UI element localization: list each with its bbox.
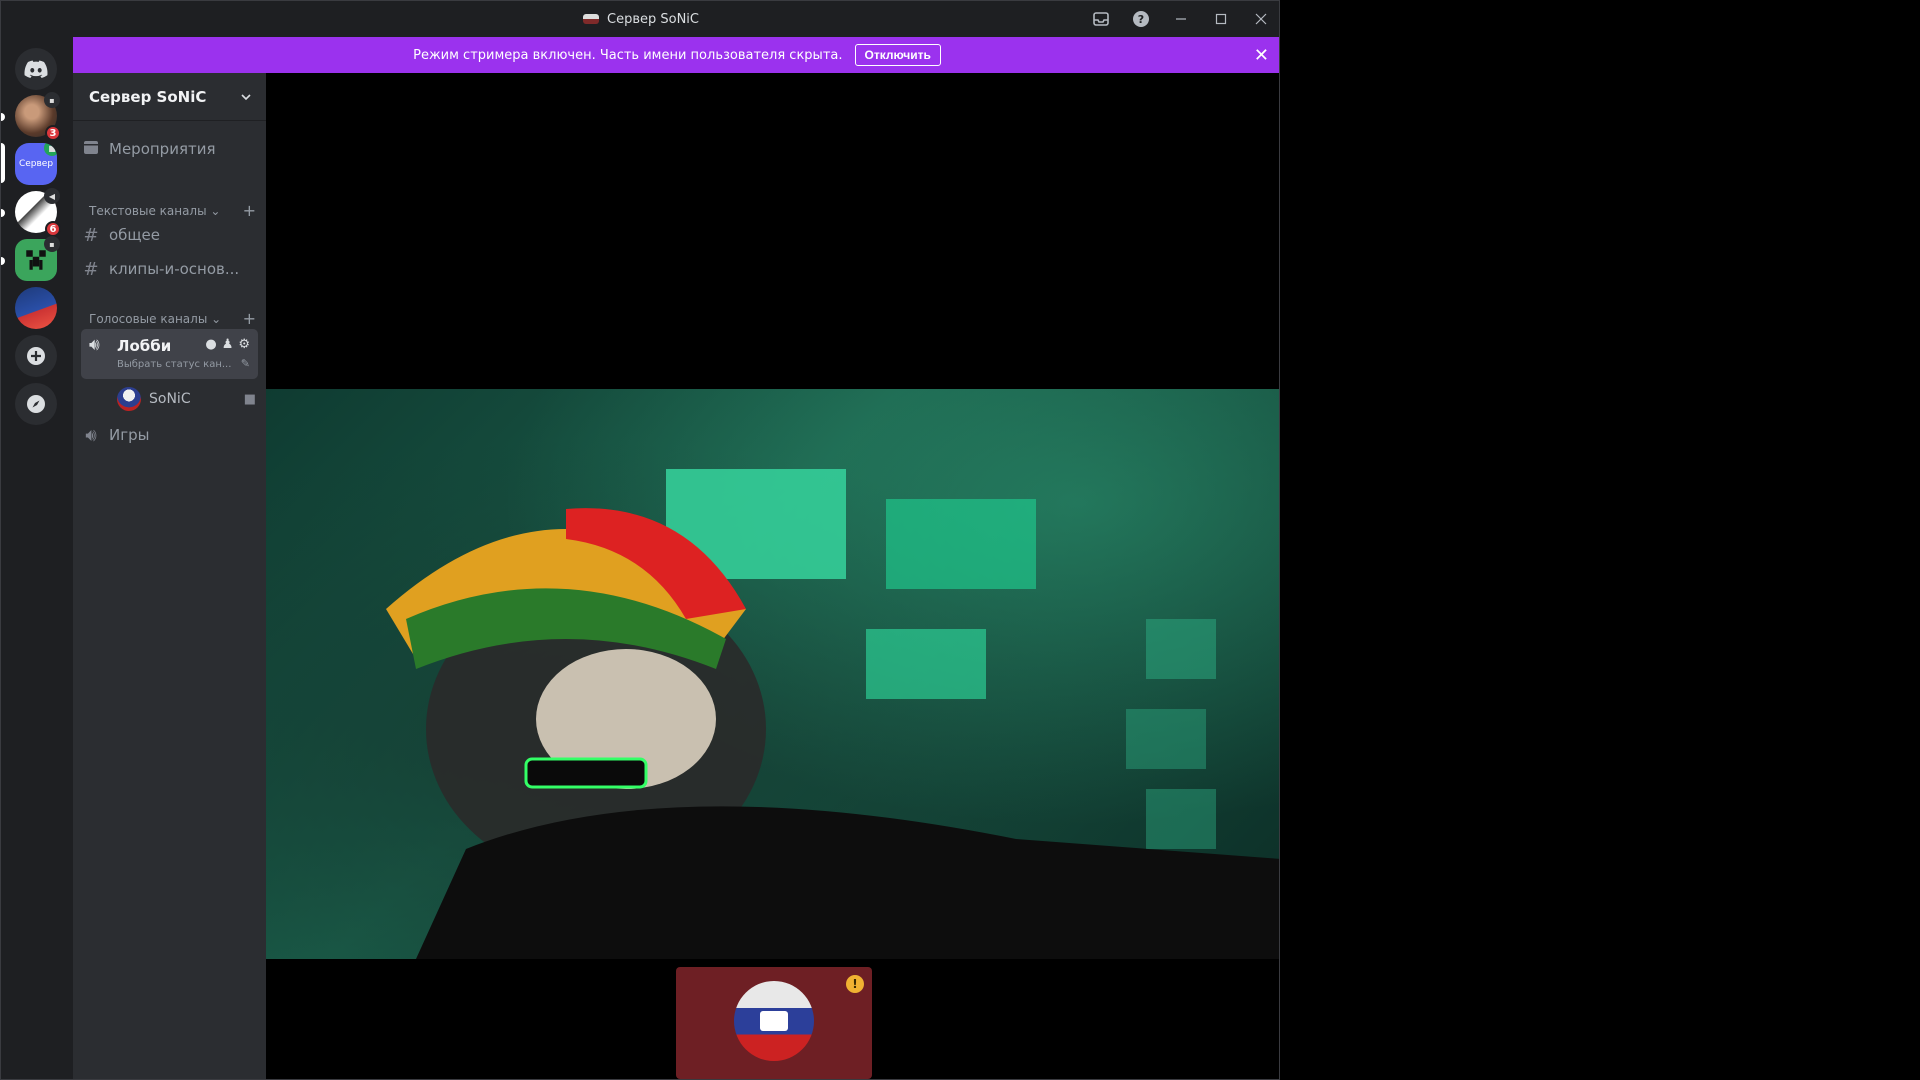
video-camera-icon: ■ bbox=[243, 391, 256, 407]
screen-status-icon: ▪ bbox=[44, 236, 60, 252]
channel-general[interactable]: # общее bbox=[81, 221, 258, 249]
banner-message: Режим стримера включен. Часть имени поль… bbox=[413, 47, 843, 63]
chat-icon[interactable]: ● bbox=[205, 337, 216, 352]
hashtag-icon: # bbox=[83, 258, 99, 280]
webcam-video-feed[interactable] bbox=[266, 389, 1279, 959]
lobby-tools: ● ♟ ⚙ bbox=[205, 337, 250, 352]
add-text-channel-icon[interactable]: + bbox=[243, 201, 256, 220]
voice-channel-games[interactable]: 🔊︎ Игры bbox=[81, 421, 258, 449]
inbox-icon[interactable] bbox=[1081, 1, 1121, 37]
text-channels-category[interactable]: Текстовые каналы ⌄ + bbox=[89, 201, 256, 220]
window-title: Сервер SoNiC bbox=[607, 11, 699, 27]
discover-icon[interactable] bbox=[15, 383, 57, 425]
maximize-icon[interactable] bbox=[1201, 1, 1241, 37]
server-name: Сервер SoNiC bbox=[89, 87, 207, 106]
avatar bbox=[117, 387, 141, 411]
server-icon-sonic[interactable]: Сервер ■ bbox=[15, 143, 57, 185]
text-category-label: Текстовые каналы bbox=[89, 203, 207, 218]
selected-pill bbox=[1, 143, 5, 183]
server-icon-sonic-label: Сервер bbox=[18, 159, 54, 169]
channel-clips-label: клипы-и-основ... bbox=[109, 260, 240, 278]
disable-streamer-mode-button[interactable]: Отключить bbox=[854, 44, 941, 66]
speaker-icon: 🔊︎ bbox=[89, 335, 100, 355]
title-bar: Сервер SoNiC ? bbox=[1, 1, 1279, 37]
title-bar-controls: ? bbox=[1081, 1, 1279, 37]
speaker-icon: 🔊︎ bbox=[85, 424, 97, 446]
calendar-icon bbox=[81, 139, 101, 160]
server-icon-3[interactable]: ◀ 6 bbox=[15, 188, 61, 237]
chevron-down-icon: ⌄ bbox=[211, 311, 222, 326]
voice-channel-lobby[interactable]: 🔊︎ Лобби Выбрать статус кан... ● ♟ ⚙ ✎ bbox=[81, 329, 258, 379]
unread-pill-2 bbox=[1, 209, 5, 217]
lobby-status[interactable]: Выбрать статус кан... bbox=[117, 359, 237, 370]
events-label: Мероприятия bbox=[109, 140, 216, 158]
discord-window: Сервер SoNiC ? ▪ 3 Сервер ■ ◀ 6 ▪ Режим … bbox=[0, 0, 1280, 1080]
server-rail: ▪ 3 Сервер ■ ◀ 6 ▪ bbox=[1, 37, 73, 1079]
voice-category-label: Голосовые каналы bbox=[89, 311, 208, 326]
channel-clips[interactable]: # клипы-и-основ... bbox=[81, 255, 258, 283]
hashtag-icon: # bbox=[83, 224, 99, 246]
mention-badge-2: 6 bbox=[45, 221, 61, 237]
lobby-name: Лобби bbox=[117, 337, 172, 355]
video-status-icon: ■ bbox=[44, 143, 57, 156]
voice-user-name: SoNiC bbox=[149, 391, 191, 407]
pencil-icon[interactable]: ✎ bbox=[241, 357, 250, 370]
warning-icon[interactable]: ! bbox=[846, 975, 864, 993]
voice-status-icon: ▪ bbox=[44, 92, 60, 108]
server-header[interactable]: Сервер SoNiC bbox=[73, 73, 266, 121]
server-mini-icon bbox=[583, 14, 599, 24]
invite-icon[interactable]: ♟ bbox=[222, 337, 234, 352]
games-label: Игры bbox=[109, 426, 150, 444]
gear-icon[interactable]: ⚙ bbox=[238, 337, 250, 352]
close-icon[interactable]: ✕ bbox=[1254, 45, 1269, 66]
unread-pill-3 bbox=[1, 257, 5, 265]
server-icon-5[interactable] bbox=[15, 287, 57, 329]
events-item[interactable]: Мероприятия bbox=[81, 135, 258, 163]
discord-home-icon[interactable] bbox=[15, 48, 57, 90]
webcam-scene-image bbox=[386, 469, 1279, 959]
mention-badge: 3 bbox=[45, 125, 61, 141]
server-icon-4[interactable]: ▪ bbox=[15, 236, 60, 281]
close-window-icon[interactable] bbox=[1241, 1, 1279, 37]
streamer-mode-banner: Режим стримера включен. Часть имени поль… bbox=[73, 37, 1279, 73]
server-icon-1[interactable]: ▪ 3 bbox=[15, 92, 61, 141]
add-server-icon[interactable] bbox=[15, 335, 57, 377]
video-stage: ! bbox=[266, 73, 1279, 1079]
channel-general-label: общее bbox=[109, 226, 161, 244]
creeper-icon bbox=[23, 247, 49, 273]
video-camera-icon bbox=[760, 1011, 788, 1031]
self-video-tile[interactable]: ! bbox=[676, 967, 872, 1079]
channel-sidebar: Сервер SoNiC Мероприятия Текстовые канал… bbox=[73, 73, 266, 1079]
help-icon[interactable]: ? bbox=[1121, 1, 1161, 37]
speaker-status-icon: ◀ bbox=[44, 188, 60, 204]
chevron-down-icon bbox=[241, 93, 251, 100]
voice-channels-category[interactable]: Голосовые каналы ⌄ + bbox=[89, 309, 256, 328]
svg-text:?: ? bbox=[1138, 13, 1144, 26]
add-voice-channel-icon[interactable]: + bbox=[243, 309, 256, 328]
unread-pill bbox=[1, 113, 5, 121]
voice-user[interactable]: SoNiC ■ bbox=[117, 385, 256, 413]
chevron-down-icon: ⌄ bbox=[210, 203, 221, 218]
minimize-icon[interactable] bbox=[1161, 1, 1201, 37]
